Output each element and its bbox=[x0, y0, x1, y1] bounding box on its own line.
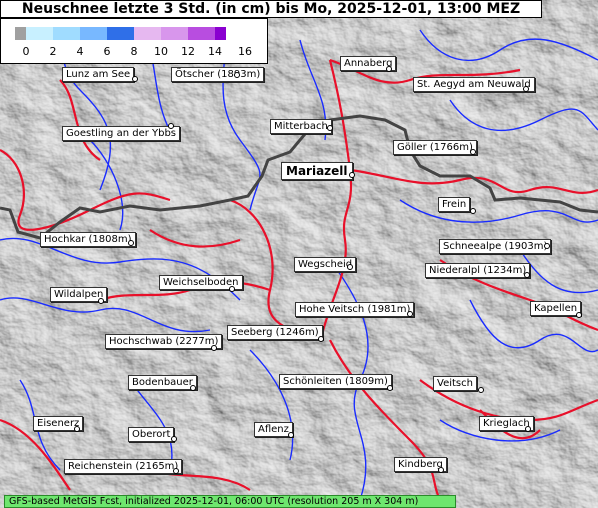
legend-swatch bbox=[188, 27, 215, 40]
legend-tick-label: 10 bbox=[154, 45, 168, 58]
place-label: Göller (1766m) bbox=[393, 140, 477, 155]
place-marker bbox=[171, 436, 177, 442]
legend-swatch bbox=[53, 27, 80, 40]
place-marker bbox=[470, 149, 476, 155]
legend-tick-label: 16 bbox=[238, 45, 252, 58]
place-marker bbox=[407, 311, 413, 317]
legend-ticks: 0 2 4 6 8 10 12 14 16 bbox=[1, 45, 269, 59]
place-marker bbox=[386, 66, 392, 72]
place-marker bbox=[168, 123, 174, 129]
legend-tick-label: 12 bbox=[181, 45, 195, 58]
legend-swatch bbox=[215, 27, 226, 40]
place-marker bbox=[288, 432, 294, 438]
place-marker bbox=[132, 76, 138, 82]
place-label: Lunz am See bbox=[62, 67, 135, 82]
place-label: Veitsch bbox=[433, 376, 477, 391]
place-marker bbox=[74, 426, 80, 432]
legend-swatch bbox=[15, 27, 26, 40]
place-marker bbox=[470, 208, 476, 214]
map-view: Neuschnee letzte 3 Std. (in cm) bis Mo, … bbox=[0, 0, 598, 508]
legend-tick-label: 14 bbox=[208, 45, 222, 58]
place-marker bbox=[349, 172, 355, 178]
legend-tick-label: 0 bbox=[22, 45, 30, 58]
place-label: Ötscher (1893m) bbox=[171, 67, 265, 82]
place-marker bbox=[327, 125, 333, 131]
place-label: Niederalpl (1234m) bbox=[425, 263, 531, 278]
place-label: Hohe Veitsch (1981m) bbox=[295, 302, 415, 317]
legend-swatch bbox=[134, 27, 161, 40]
legend-swatch bbox=[107, 27, 134, 40]
legend-swatch bbox=[161, 27, 188, 40]
place-marker bbox=[525, 426, 531, 432]
legend-tick-label: 8 bbox=[130, 45, 138, 58]
place-label: Hochschwab (2277m) bbox=[105, 334, 223, 349]
place-label: Seeberg (1246m) bbox=[227, 325, 323, 340]
legend-tick-label: 6 bbox=[103, 45, 111, 58]
legend-swatch bbox=[80, 27, 107, 40]
place-marker bbox=[438, 467, 444, 473]
legend-color-scale bbox=[15, 27, 226, 40]
place-label: Bodenbauer bbox=[128, 375, 197, 390]
place-label: Mariazell bbox=[281, 162, 353, 180]
place-marker bbox=[524, 272, 530, 278]
place-marker bbox=[576, 312, 582, 318]
place-marker bbox=[190, 385, 196, 391]
place-marker bbox=[387, 385, 393, 391]
place-marker bbox=[211, 345, 217, 351]
model-info-footer: GFS-based MetGIS Fcst, initialized 2025-… bbox=[4, 495, 456, 508]
place-label: Kapellen bbox=[530, 301, 582, 316]
map-title: Neuschnee letzte 3 Std. (in cm) bis Mo, … bbox=[0, 0, 542, 18]
place-label: Frein bbox=[438, 197, 471, 212]
place-label: Mitterbach bbox=[270, 119, 332, 134]
place-marker bbox=[128, 240, 134, 246]
place-label: Goestling an der Ybbs bbox=[62, 126, 181, 141]
place-label: Oberort bbox=[128, 427, 175, 442]
place-marker bbox=[234, 72, 240, 78]
place-label: Schneealpe (1903m) bbox=[439, 239, 552, 254]
snow-legend: 0 2 4 6 8 10 12 14 16 bbox=[0, 18, 268, 64]
place-label: Hochkar (1808m) bbox=[40, 232, 136, 247]
legend-tick-label: 4 bbox=[76, 45, 84, 58]
legend-swatch bbox=[26, 27, 53, 40]
place-label: St. Aegyd am Neuwald bbox=[413, 77, 535, 92]
place-label: Reichenstein (2165m) bbox=[64, 459, 183, 474]
place-marker bbox=[347, 264, 353, 270]
place-marker bbox=[229, 286, 235, 292]
place-marker bbox=[544, 243, 550, 249]
place-marker bbox=[173, 468, 179, 474]
place-marker bbox=[478, 387, 484, 393]
place-marker bbox=[523, 86, 529, 92]
place-marker bbox=[318, 336, 324, 342]
place-marker bbox=[98, 298, 104, 304]
legend-tick-label: 2 bbox=[49, 45, 57, 58]
place-label: Schönleiten (1809m) bbox=[279, 374, 392, 389]
